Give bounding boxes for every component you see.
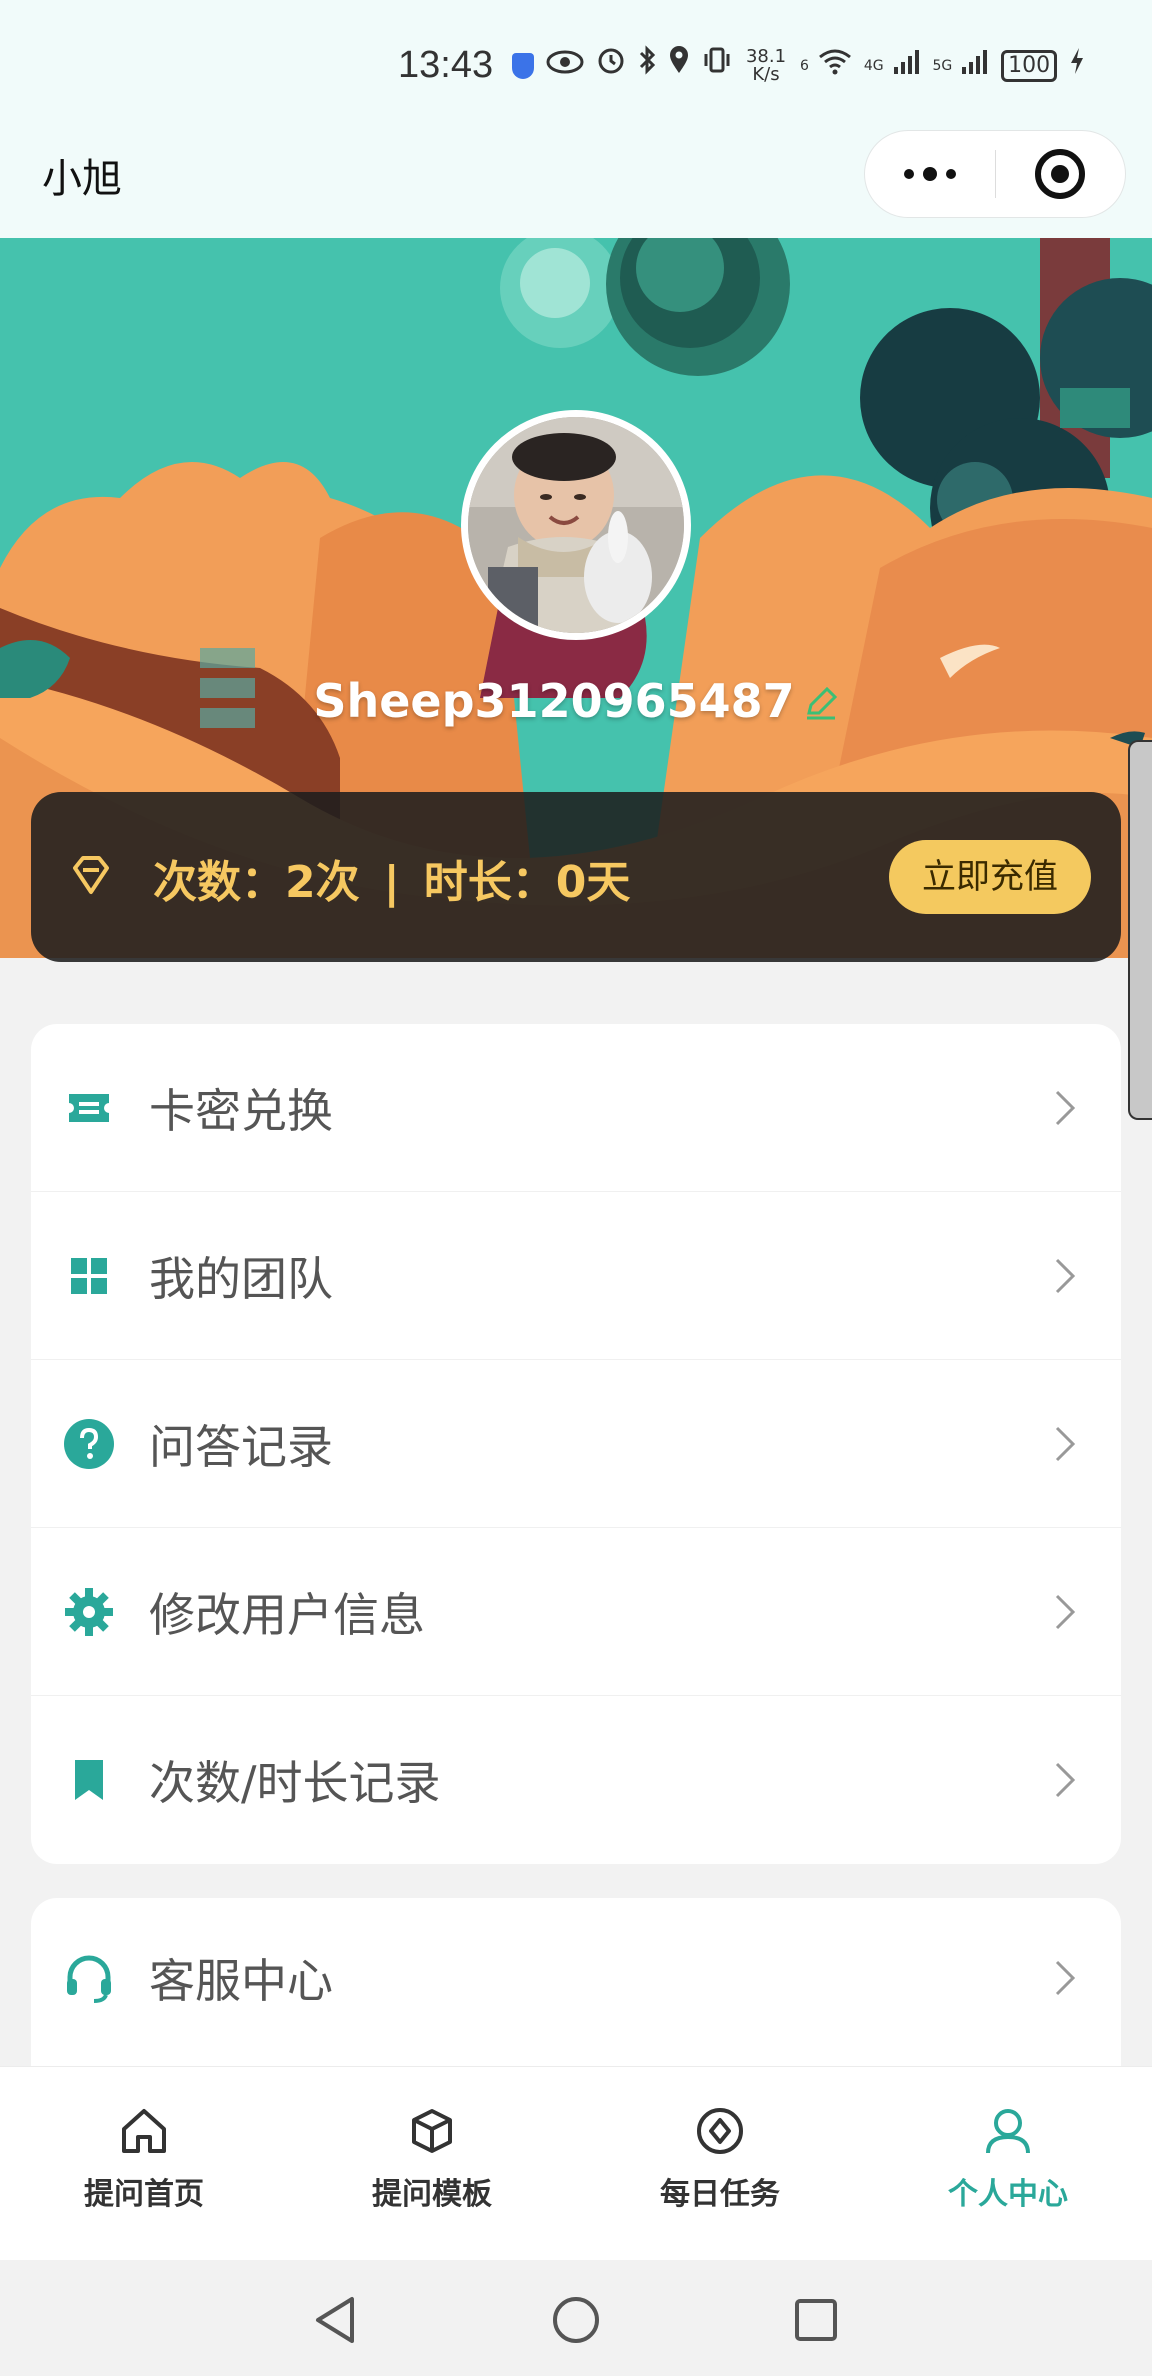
alarm-icon: [596, 44, 626, 88]
status-icons: 38.1 K/s 6 4G 5G 100: [512, 44, 1092, 88]
gear-icon: [61, 1584, 117, 1640]
tab-templates[interactable]: 提问模板: [288, 2067, 576, 2261]
menu-label: 次数/时长记录: [149, 1756, 441, 1810]
menu-label: 客服中心: [149, 1954, 333, 2008]
location-icon: [668, 44, 690, 88]
times-remaining: 次数：2次: [153, 857, 360, 908]
headset-icon: [61, 1950, 117, 2006]
net-speed: 38.1 K/s: [745, 46, 787, 85]
ticket-icon: [61, 1080, 117, 1136]
tab-label: 提问首页: [84, 2177, 204, 2212]
username-row: Sheep3120965487: [0, 674, 1152, 732]
mini-program-nav-bar: 小旭: [0, 110, 1152, 238]
more-button[interactable]: [865, 130, 995, 218]
signal-sim1-icon: 4G: [864, 44, 921, 88]
battery-indicator: 100: [1001, 50, 1058, 82]
tab-home[interactable]: 提问首页: [0, 2067, 288, 2261]
status-time: 13:43: [398, 44, 494, 86]
home-button[interactable]: [546, 2290, 606, 2350]
avatar-photo: [468, 417, 684, 633]
chevron-right-icon: [1045, 1760, 1085, 1800]
chevron-right-icon: [1045, 1256, 1085, 1296]
menu-item-usage-records[interactable]: 次数/时长记录: [31, 1696, 1121, 1864]
tab-label: 提问模板: [372, 2177, 492, 2212]
chevron-right-icon: [1045, 1592, 1085, 1632]
menu-item-customer-service[interactable]: 客服中心: [31, 1898, 1121, 2058]
duration-remaining: 时长：0天: [423, 857, 631, 908]
back-button[interactable]: [306, 2290, 366, 2350]
eye-icon: [546, 44, 584, 88]
bookmark-icon: [61, 1752, 117, 1808]
diamond-icon: [67, 852, 115, 904]
system-navigation-bar: [0, 2260, 1152, 2376]
capsule-menu: [864, 130, 1126, 218]
wifi-icon: 6: [800, 44, 852, 88]
signal-sim2-icon: 5G: [933, 44, 990, 88]
avatar[interactable]: [461, 410, 691, 640]
chevron-right-icon: [1045, 1958, 1085, 1998]
tab-label: 每日任务: [660, 2177, 780, 2212]
target-icon: [1035, 149, 1086, 199]
menu-label: 问答记录: [149, 1419, 333, 1474]
bluetooth-icon: [638, 44, 656, 88]
username: Sheep3120965487: [313, 674, 795, 728]
menu-item-my-team[interactable]: 我的团队: [31, 1192, 1121, 1360]
charging-icon: [1069, 44, 1085, 88]
floating-side-handle[interactable]: [1128, 740, 1152, 1120]
menu-label: 修改用户信息: [149, 1587, 425, 1642]
close-miniprogram-button[interactable]: [996, 130, 1126, 218]
menu-item-edit-user-info[interactable]: 修改用户信息: [31, 1528, 1121, 1696]
compass-icon: [694, 2105, 746, 2161]
menu-item-redeem-code[interactable]: 卡密兑换: [31, 1024, 1121, 1192]
recents-button[interactable]: [786, 2290, 846, 2350]
home-icon: [118, 2105, 170, 2161]
box-icon: [406, 2105, 458, 2161]
usage-card: 次数：2次 | 时长：0天 立即充值: [31, 792, 1121, 962]
usage-summary: 次数：2次 | 时长：0天: [153, 846, 630, 910]
menu-item-qa-history[interactable]: 问答记录: [31, 1360, 1121, 1528]
tab-daily-tasks[interactable]: 每日任务: [576, 2067, 864, 2261]
grid-icon: [61, 1248, 117, 1304]
recharge-button[interactable]: 立即充值: [889, 840, 1091, 914]
chevron-right-icon: [1045, 1088, 1085, 1128]
tab-label: 个人中心: [948, 2177, 1068, 2212]
edit-pencil-icon[interactable]: [803, 678, 839, 732]
question-icon: [61, 1416, 117, 1472]
vibrate-icon: [702, 44, 732, 88]
page-title: 小旭: [42, 156, 122, 202]
user-icon: [982, 2105, 1034, 2161]
tab-profile[interactable]: 个人中心: [864, 2067, 1152, 2261]
chevron-right-icon: [1045, 1424, 1085, 1464]
menu-card-secondary: 客服中心: [31, 1898, 1121, 2068]
menu-label: 我的团队: [149, 1251, 333, 1306]
bottom-tab-bar: 提问首页 提问模板 每日任务 个人中心: [0, 2066, 1152, 2260]
usage-separator: |: [383, 857, 400, 908]
vpn-icon: [512, 53, 534, 79]
menu-label: 卡密兑换: [149, 1083, 333, 1138]
menu-card-primary: 卡密兑换 我的团队 问答记录 修改用户信息 次数/时长记录: [31, 1024, 1121, 1864]
